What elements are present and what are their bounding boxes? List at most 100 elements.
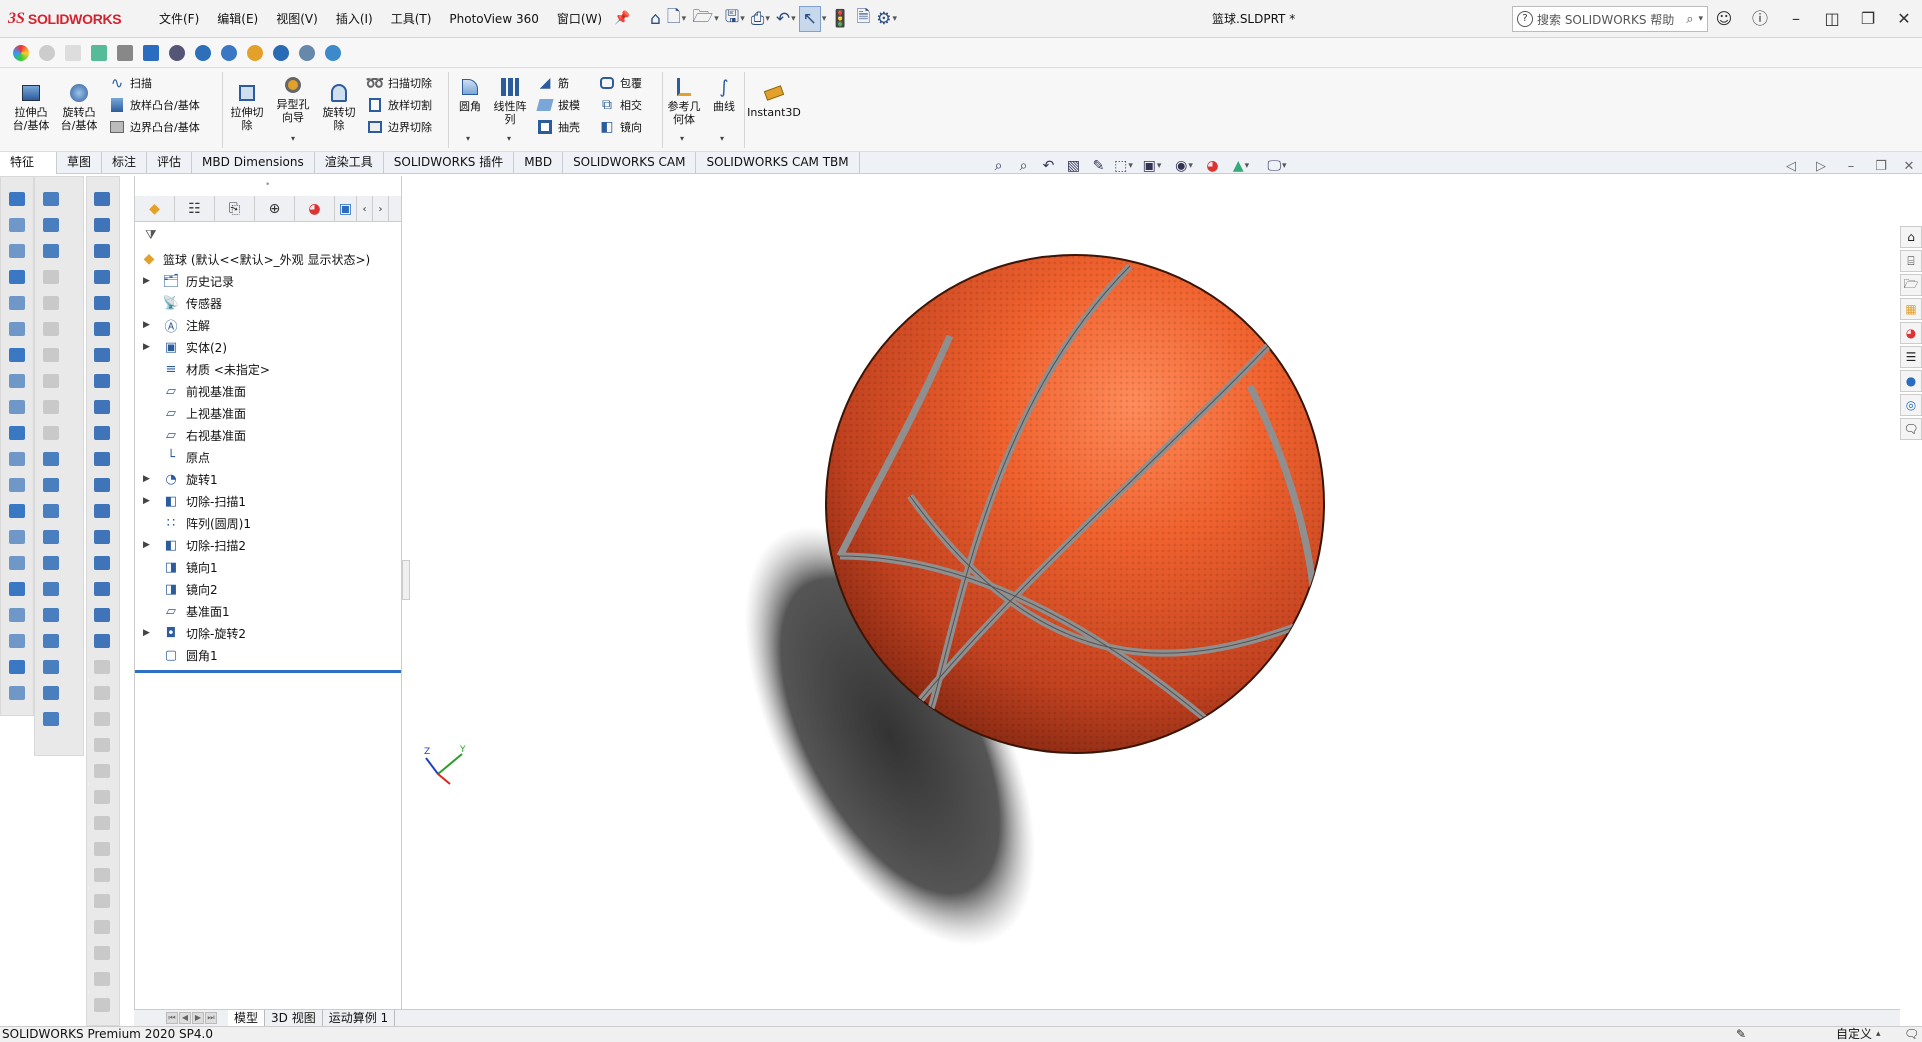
render-icon[interactable] bbox=[34, 41, 60, 65]
sketch-shortcut-icon[interactable] bbox=[40, 422, 62, 444]
tool-shortcut-icon[interactable] bbox=[91, 266, 113, 288]
tool-shortcut-icon[interactable] bbox=[91, 968, 113, 990]
tree-node[interactable]: ▶ ◔ 旋转1 bbox=[135, 468, 401, 490]
hole-wizard-button[interactable]: 异型孔 向导 bbox=[272, 74, 314, 124]
menu-photoview[interactable]: PhotoView 360 bbox=[440, 0, 547, 38]
sketch-shortcut-icon[interactable] bbox=[40, 474, 62, 496]
feature-shortcut-icon[interactable] bbox=[6, 318, 28, 340]
panel-splitter[interactable] bbox=[402, 560, 410, 600]
recall-render-icon[interactable] bbox=[320, 41, 346, 65]
feature-shortcut-icon[interactable] bbox=[6, 344, 28, 366]
viewport-close-icon[interactable]: ✕ bbox=[1896, 159, 1922, 174]
sketch-shortcut-icon[interactable] bbox=[40, 708, 62, 730]
feature-shortcut-icon[interactable] bbox=[6, 266, 28, 288]
sweep-button[interactable]: ∿ 扫描 bbox=[108, 72, 152, 94]
tile-icon[interactable]: ◫ bbox=[1814, 0, 1850, 38]
apply-scene-icon[interactable]: ▲ ▾ bbox=[1225, 156, 1257, 176]
sketch-shortcut-icon[interactable] bbox=[40, 266, 62, 288]
tool-shortcut-icon[interactable] bbox=[91, 786, 113, 808]
draft-button[interactable]: 拔模 bbox=[536, 94, 580, 116]
tree-node[interactable]: └ 原点 bbox=[135, 446, 401, 468]
feature-shortcut-icon[interactable] bbox=[6, 552, 28, 574]
tab-model[interactable]: 模型 bbox=[228, 1010, 266, 1026]
tool-shortcut-icon[interactable] bbox=[91, 292, 113, 314]
feature-shortcut-icon[interactable] bbox=[6, 682, 28, 704]
lights-icon[interactable] bbox=[268, 41, 294, 65]
feature-shortcut-icon[interactable] bbox=[6, 396, 28, 418]
feature-shortcut-icon[interactable] bbox=[6, 188, 28, 210]
tool-shortcut-icon[interactable] bbox=[91, 578, 113, 600]
property-manager-tab-icon[interactable]: ☷ bbox=[175, 196, 215, 222]
swept-cut-button[interactable]: ➿ 扫描切除 bbox=[366, 72, 432, 94]
search-caret-icon[interactable]: ▾ bbox=[1698, 14, 1703, 24]
search-icon[interactable]: ⌕ bbox=[1686, 12, 1693, 27]
viewport-next-icon[interactable]: ▷ bbox=[1806, 159, 1836, 174]
cam-tab-icon[interactable]: ▣ bbox=[335, 196, 357, 222]
sketch-shortcut-icon[interactable] bbox=[40, 344, 62, 366]
feature-shortcut-icon[interactable] bbox=[6, 630, 28, 652]
select-pointer-icon[interactable]: ↖ bbox=[798, 5, 821, 32]
sketch-shortcut-icon[interactable] bbox=[40, 448, 62, 470]
task-appearances-icon[interactable]: ◕ bbox=[1900, 322, 1922, 344]
sketch-shortcut-icon[interactable] bbox=[40, 630, 62, 652]
rebuild-status-icon[interactable]: ✎ bbox=[1736, 1027, 1746, 1042]
boundary-boss-button[interactable]: 边界凸台/基体 bbox=[108, 116, 200, 138]
tree-node[interactable]: 📡 传感器 bbox=[135, 292, 401, 314]
tool-shortcut-icon[interactable] bbox=[91, 630, 113, 652]
linear-pattern-caret-icon[interactable]: ▾ bbox=[507, 134, 511, 143]
sketch-shortcut-icon[interactable] bbox=[40, 292, 62, 314]
feature-shortcut-icon[interactable] bbox=[6, 370, 28, 392]
feature-tree-tab-icon[interactable]: ◆ bbox=[135, 196, 175, 222]
panel-grip-icon[interactable]: • bbox=[265, 180, 270, 190]
curves-caret-icon[interactable]: ▾ bbox=[720, 134, 724, 143]
tool-shortcut-icon[interactable] bbox=[91, 708, 113, 730]
tool-shortcut-icon[interactable] bbox=[91, 422, 113, 444]
expand-arrow-icon[interactable]: ▶ bbox=[143, 276, 150, 286]
hole-wizard-caret-icon[interactable]: ▾ bbox=[291, 134, 295, 143]
tree-node[interactable]: ▶ 🗂 历史记录 bbox=[135, 270, 401, 292]
tool-shortcut-icon[interactable] bbox=[91, 916, 113, 938]
menu-file[interactable]: 文件(F) bbox=[150, 0, 208, 38]
sketch-shortcut-icon[interactable] bbox=[40, 578, 62, 600]
tab-scroll-right-icon[interactable]: › bbox=[373, 196, 389, 222]
tool-shortcut-icon[interactable] bbox=[91, 656, 113, 678]
sketch-shortcut-icon[interactable] bbox=[40, 682, 62, 704]
tool-shortcut-icon[interactable] bbox=[91, 396, 113, 418]
undo-icon[interactable]: ↶ ▾ bbox=[773, 6, 799, 32]
open-icon[interactable]: 🗁 ▾ bbox=[689, 6, 722, 32]
task-file-explorer-icon[interactable]: ▦ bbox=[1900, 298, 1922, 320]
sketch-shortcut-icon[interactable] bbox=[40, 656, 62, 678]
viewport-restore-icon[interactable]: ❐ bbox=[1866, 159, 1896, 174]
task-3dcontent-icon[interactable]: ● bbox=[1900, 370, 1922, 392]
tool-shortcut-icon[interactable] bbox=[91, 812, 113, 834]
instant3d-button[interactable]: Instant3D bbox=[746, 82, 802, 119]
menu-window[interactable]: 窗口(W) bbox=[548, 0, 611, 38]
tree-node[interactable]: ▶ ▣ 实体(2) bbox=[135, 336, 401, 358]
tab-mbd-dimensions[interactable]: MBD Dimensions bbox=[192, 152, 315, 174]
minimize-icon[interactable]: – bbox=[1778, 0, 1814, 38]
task-home-icon[interactable]: ⌂ bbox=[1900, 226, 1922, 248]
tree-node[interactable]: ▱ 右视基准面 bbox=[135, 424, 401, 446]
tree-node[interactable]: ▱ 上视基准面 bbox=[135, 402, 401, 424]
pin-menu-icon[interactable]: 📌 bbox=[611, 0, 633, 38]
user-account-icon[interactable]: ☺ bbox=[1706, 0, 1742, 38]
sketch-shortcut-icon[interactable] bbox=[40, 240, 62, 262]
dimxpert-tab-icon[interactable]: ⊕ bbox=[255, 196, 295, 222]
camera-icon[interactable] bbox=[294, 41, 320, 65]
boundary-cut-button[interactable]: 边界切除 bbox=[366, 116, 432, 138]
tool-shortcut-icon[interactable] bbox=[91, 838, 113, 860]
last-tab-icon[interactable]: ⏭ bbox=[205, 1012, 217, 1024]
feature-shortcut-icon[interactable] bbox=[6, 500, 28, 522]
sketch-shortcut-icon[interactable] bbox=[40, 552, 62, 574]
schedule-render-icon[interactable] bbox=[216, 41, 242, 65]
feature-shortcut-icon[interactable] bbox=[6, 292, 28, 314]
feature-shortcut-icon[interactable] bbox=[6, 578, 28, 600]
decals-icon[interactable] bbox=[242, 41, 268, 65]
feature-shortcut-icon[interactable] bbox=[6, 604, 28, 626]
tool-shortcut-icon[interactable] bbox=[91, 188, 113, 210]
tab-solidworks-cam-tbm[interactable]: SOLIDWORKS CAM TBM bbox=[696, 152, 860, 174]
curves-button[interactable]: ∫ 曲线 bbox=[706, 76, 742, 113]
tool-shortcut-icon[interactable] bbox=[91, 500, 113, 522]
status-help-icon[interactable]: 🗨 bbox=[1904, 1027, 1919, 1042]
fillet-button[interactable]: 圆角 bbox=[452, 76, 488, 113]
